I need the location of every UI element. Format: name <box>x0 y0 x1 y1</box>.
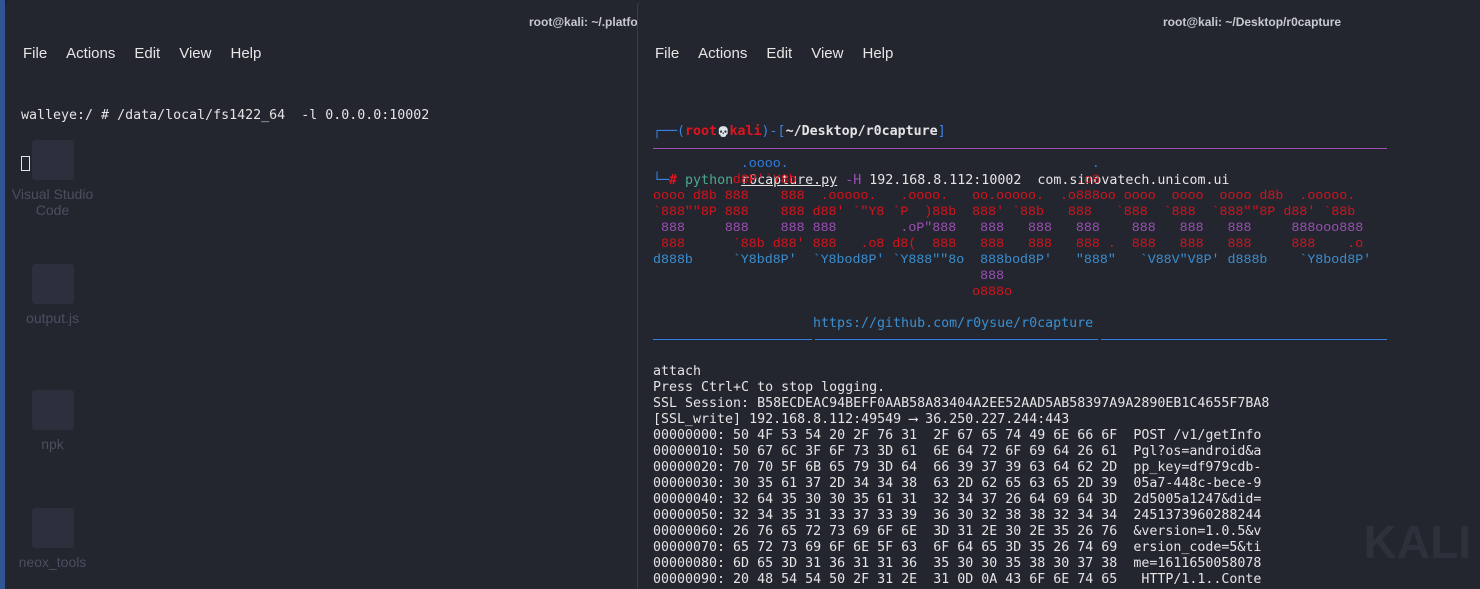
log-line: SSL Session: B58ECDEAC94BEFF0AAB58A83404… <box>653 396 1270 411</box>
hexdump-row: 00000020: 70 70 5F 6B 65 79 3D 64 66 39 … <box>653 460 1262 475</box>
prompt-cwd: ~/Desktop/r0capture <box>785 124 938 139</box>
desktop-icon-neox-tools[interactable]: neox_tools <box>5 508 100 570</box>
menu-bar: File Actions Edit View Help <box>655 45 912 62</box>
banner-separator-top <box>653 148 1387 149</box>
hexdump-row: 00000080: 6D 65 3D 31 36 31 31 36 35 30 … <box>653 556 1262 571</box>
menu-actions[interactable]: Actions <box>66 45 115 62</box>
menu-view[interactable]: View <box>179 45 211 62</box>
banner-line: .oooo. . <box>653 156 1100 171</box>
right-terminal-window[interactable]: KALI root@kali: ~/Desktop/r0capture File… <box>637 0 1480 589</box>
banner-line: d8P'`Y8b .o8 <box>653 172 1100 187</box>
menu-help[interactable]: Help <box>230 45 261 62</box>
banner-line: 888 <box>653 268 1005 283</box>
log-line: Press Ctrl+C to stop logging. <box>653 380 886 395</box>
log-line: attach <box>653 364 702 379</box>
menu-edit[interactable]: Edit <box>134 45 160 62</box>
hexdump-row: 00000070: 65 72 73 69 6F 6E 5F 63 6F 64 … <box>653 540 1262 555</box>
banner-separator-bottom <box>815 339 1098 340</box>
menu-file[interactable]: File <box>23 45 47 62</box>
banner-line: oooo d8b 888 888 .ooooo. .oooo. oo.ooooo… <box>653 188 1356 203</box>
desktop-icon-label: Visual Studio Code <box>11 186 94 218</box>
github-link[interactable]: https://github.com/r0ysue/r0capture <box>813 316 1093 332</box>
banner-line: d888b `Y8bd8P' `Y8bod8P' `Y888""8o 888bo… <box>653 252 1372 267</box>
menu-file[interactable]: File <box>655 45 679 62</box>
hexdump-row: 00000000: 50 4F 53 54 20 2F 76 31 2F 67 … <box>653 428 1262 443</box>
vscode-icon <box>31 140 74 180</box>
banner-line: 888 888 888 888 .oP"888 888 888 888 888 … <box>653 220 1364 235</box>
menu-view[interactable]: View <box>811 45 843 62</box>
banner-separator-bottom <box>1101 339 1387 340</box>
menu-edit[interactable]: Edit <box>766 45 792 62</box>
log-line: [SSL_write] 192.168.8.112:49549 ⟶ 36.250… <box>653 412 1070 427</box>
desktop-icon-vscode[interactable]: Visual Studio Code <box>5 140 100 218</box>
desktop-icon-npk[interactable]: npk <box>5 390 100 452</box>
skull-icon: 💀 <box>717 127 730 138</box>
folder-icon <box>31 390 74 430</box>
menu-help[interactable]: Help <box>862 45 893 62</box>
prompt-user: root <box>685 124 718 139</box>
window-title: root@kali: ~/Desktop/r0capture <box>1163 15 1342 29</box>
banner-line: o888o <box>653 284 1013 299</box>
banner-separator-bottom <box>653 339 812 340</box>
hexdump-row: 00000090: 20 48 54 54 50 2F 31 2E 31 0D … <box>653 572 1262 587</box>
desktop-icon-output-js[interactable]: output.js <box>5 264 100 326</box>
capture-output[interactable]: attach Press Ctrl+C to stop logging. SSL S… <box>653 364 1269 588</box>
prompt-host: kali <box>729 124 762 139</box>
menu-bar: File Actions Edit View Help <box>23 45 280 62</box>
js-file-icon <box>31 264 74 304</box>
kali-watermark: KALI <box>1363 516 1471 568</box>
banner-line: 888 `88b d88' 888 .o8 d8( 888 888 888 88… <box>653 236 1364 251</box>
hexdump-row: 00000040: 32 64 35 30 30 35 61 31 32 34 … <box>653 492 1262 507</box>
desktop-icon-label: npk <box>41 436 64 452</box>
desktop-icon-label: output.js <box>26 310 79 326</box>
hexdump-row: 00000050: 32 34 35 31 33 37 33 39 36 30 … <box>653 508 1262 523</box>
r0capture-banner: .oooo. . d8P'`Y8b .o8 oooo d8b 888 888 .o… <box>653 156 1371 300</box>
hexdump-row: 00000010: 50 67 6C 3F 6F 73 3D 61 6E 64 … <box>653 444 1262 459</box>
menu-actions[interactable]: Actions <box>698 45 747 62</box>
banner-line: `888""8P 888 888 d88' `"Y8 `P )88b 888' … <box>653 204 1356 219</box>
desktop-icon-label: neox_tools <box>18 554 87 570</box>
command-line: walleye:/ # /data/local/fs1422_64 -l 0.0… <box>21 108 430 123</box>
hexdump-row: 00000060: 26 76 65 72 73 69 6F 6E 3D 31 … <box>653 524 1262 539</box>
hexdump-row: 00000030: 30 35 61 37 2D 34 34 38 63 2D … <box>653 476 1262 491</box>
folder-icon <box>31 508 74 548</box>
